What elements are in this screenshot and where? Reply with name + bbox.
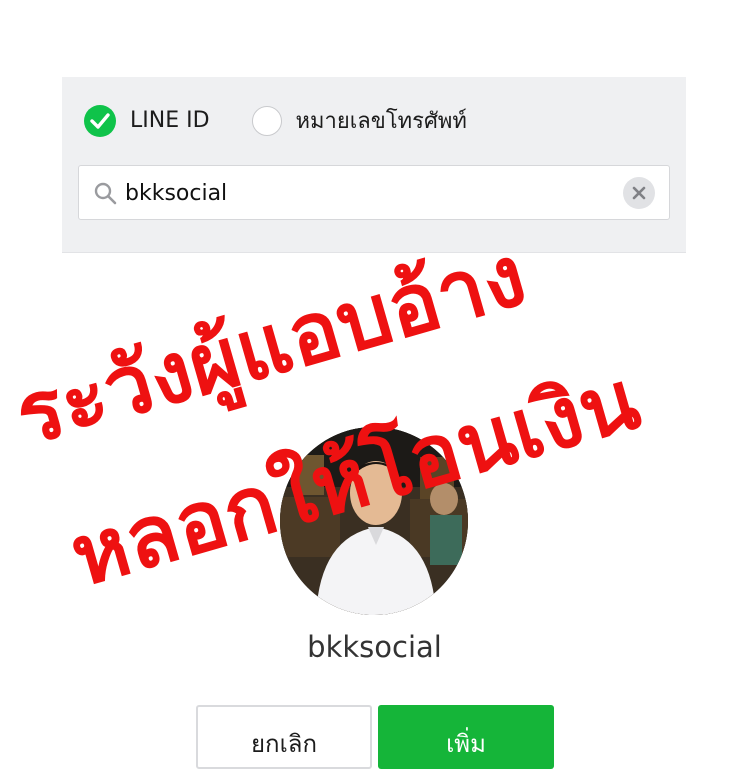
clear-icon[interactable] [623, 177, 655, 209]
search-type-selector: LINE ID หมายเลขโทรศัพท์ [84, 103, 467, 138]
add-friend-button[interactable]: เพิ่ม [378, 705, 554, 769]
radio-empty-icon [251, 105, 282, 136]
cancel-button[interactable]: ยกเลิก [196, 705, 372, 769]
search-icon [93, 181, 117, 205]
search-input[interactable] [125, 176, 605, 210]
profile-name: bkksocial [307, 630, 442, 664]
radio-label-line-id: LINE ID [130, 108, 210, 133]
avatar [280, 427, 468, 615]
search-panel: LINE ID หมายเลขโทรศัพท์ [62, 77, 686, 253]
radio-label-phone: หมายเลขโทรศัพท์ [295, 109, 467, 134]
check-icon [84, 104, 116, 137]
radio-option-line-id[interactable]: LINE ID [84, 104, 210, 137]
radio-option-phone[interactable]: หมายเลขโทรศัพท์ [251, 103, 467, 138]
search-field[interactable] [78, 165, 670, 220]
